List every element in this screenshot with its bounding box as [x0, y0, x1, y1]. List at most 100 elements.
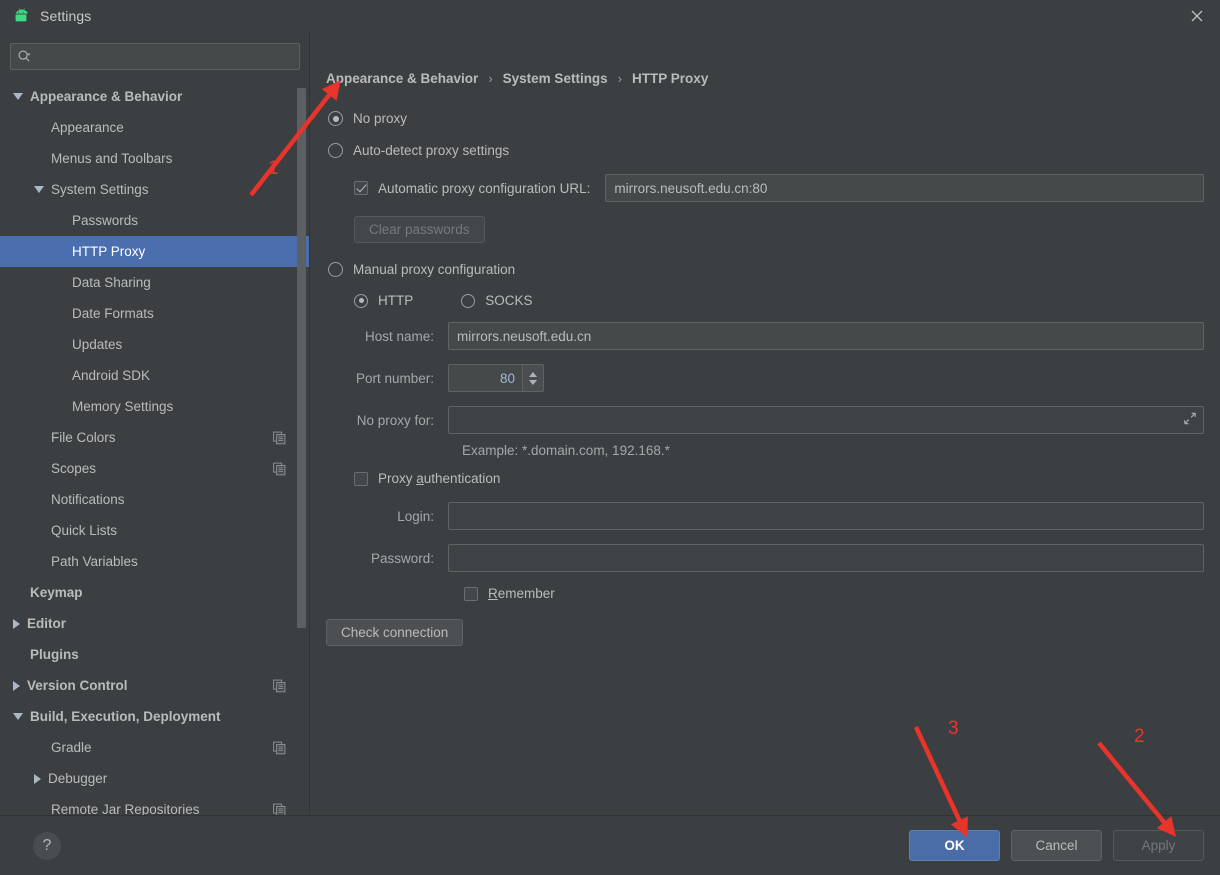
sidebar-item-path-variables[interactable]: Path Variables [0, 546, 310, 577]
login-input[interactable] [448, 502, 1204, 530]
sidebar-item-label: Data Sharing [72, 275, 151, 290]
settings-tree[interactable]: Appearance & Behavior Appearance Menus and… [0, 80, 310, 815]
sidebar-item-passwords[interactable]: Passwords [0, 205, 310, 236]
remember-mnemonic: R [488, 586, 498, 601]
sidebar-scrollbar[interactable] [297, 88, 306, 628]
sidebar-item-file-colors[interactable]: File Colors [0, 422, 310, 453]
auto-detect-radio[interactable] [328, 143, 343, 158]
project-settings-icon [273, 462, 286, 475]
no-proxy-radio[interactable] [328, 111, 343, 126]
password-label: Password: [370, 550, 434, 566]
search-input[interactable] [32, 48, 293, 65]
sidebar-item-http-proxy[interactable]: HTTP Proxy [0, 236, 310, 267]
sidebar-item-appearance[interactable]: Appearance [0, 112, 310, 143]
sidebar-item-notifications[interactable]: Notifications [0, 484, 310, 515]
port-number-stepper[interactable] [448, 364, 544, 392]
sidebar-item-android-sdk[interactable]: Android SDK [0, 360, 310, 391]
sidebar-item-label: File Colors [51, 430, 116, 445]
sidebar-item-date-formats[interactable]: Date Formats [0, 298, 310, 329]
sidebar-item-build-execution-deployment[interactable]: Build, Execution, Deployment [0, 701, 310, 732]
proxy-authentication-checkbox[interactable] [354, 471, 368, 486]
remember-row: Remember [328, 586, 1204, 601]
sidebar-item-data-sharing[interactable]: Data Sharing [0, 267, 310, 298]
sidebar-item-label: System Settings [51, 182, 149, 197]
android-icon [15, 7, 28, 21]
port-number-input[interactable] [448, 364, 522, 392]
no-proxy-for-input[interactable] [448, 406, 1204, 434]
http-radio[interactable] [354, 293, 368, 308]
sidebar-item-system-settings[interactable]: System Settings [0, 174, 310, 205]
sidebar-item-scopes[interactable]: Scopes [0, 453, 310, 484]
sidebar-item-label: Editor [27, 616, 66, 631]
auto-config-url-input[interactable] [605, 174, 1204, 202]
chevron-down-icon[interactable] [13, 93, 23, 100]
sidebar-item-appearance-behavior[interactable]: Appearance & Behavior [0, 81, 310, 112]
ok-button[interactable]: OK [909, 830, 1000, 861]
sidebar-item-plugins[interactable]: Plugins [0, 639, 310, 670]
manual-proxy-radio[interactable] [328, 262, 343, 277]
sidebar-item-remote-jar-repositories[interactable]: Remote Jar Repositories [0, 794, 310, 815]
sidebar-item-label: Scopes [51, 461, 97, 476]
port-spinner-buttons[interactable] [522, 364, 544, 392]
sidebar-item-label: Memory Settings [72, 399, 174, 414]
breadcrumb-separator: › [488, 71, 493, 86]
auto-config-url-checkbox[interactable] [354, 181, 368, 195]
remember-checkbox[interactable] [464, 586, 478, 601]
check-connection-button[interactable]: Check connection [326, 619, 464, 646]
auto-config-url-row: Automatic proxy configuration URL: [328, 174, 1204, 202]
sidebar-item-menus-and-toolbars[interactable]: Menus and Toolbars [0, 143, 310, 174]
clear-passwords-button[interactable]: Clear passwords [354, 216, 485, 243]
breadcrumb-item-1[interactable]: System Settings [503, 71, 608, 86]
sidebar-item-label: Menus and Toolbars [51, 151, 173, 166]
password-input[interactable] [448, 544, 1204, 572]
sidebar-item-label: Path Variables [51, 554, 138, 569]
chevron-down-icon[interactable] [34, 186, 44, 193]
chevron-right-icon[interactable] [13, 680, 20, 691]
search-wrapper [0, 31, 310, 80]
host-name-label: Host name: [364, 328, 434, 344]
help-icon[interactable]: ? [33, 831, 61, 860]
sidebar-item-keymap[interactable]: Keymap [0, 577, 310, 608]
sidebar-item-debugger[interactable]: Debugger [0, 763, 310, 794]
chevron-right-icon[interactable] [13, 618, 20, 629]
search-box[interactable] [10, 43, 300, 70]
no-proxy-row[interactable]: No proxy [328, 111, 1204, 126]
expand-icon[interactable] [1183, 412, 1197, 429]
breadcrumb-item-0[interactable]: Appearance & Behavior [326, 71, 478, 86]
remember-label: Remember [488, 586, 555, 601]
chevron-down-icon[interactable] [13, 713, 23, 720]
sidebar-item-updates[interactable]: Updates [0, 329, 310, 360]
sidebar-item-memory-settings[interactable]: Memory Settings [0, 391, 310, 422]
project-settings-icon [273, 431, 286, 444]
example-row: Example: *.domain.com, 192.168.* [328, 443, 1204, 458]
sidebar-item-label: Gradle [51, 740, 92, 755]
host-name-input[interactable] [448, 322, 1204, 350]
auto-config-url-label: Automatic proxy configuration URL: [378, 180, 591, 196]
remember-text-post: emember [497, 586, 555, 601]
sidebar-item-label: Quick Lists [51, 523, 118, 538]
manual-proxy-row[interactable]: Manual proxy configuration [328, 262, 1204, 277]
proxy-auth-text-post: uthentication [423, 471, 501, 486]
sidebar-item-gradle[interactable]: Gradle [0, 732, 310, 763]
sidebar-item-version-control[interactable]: Version Control [0, 670, 310, 701]
project-settings-icon [273, 679, 286, 692]
close-icon[interactable] [1174, 0, 1220, 31]
chevron-right-icon[interactable] [34, 773, 41, 784]
cancel-button[interactable]: Cancel [1011, 830, 1102, 861]
socks-label: SOCKS [485, 293, 533, 308]
sidebar-item-label: Version Control [27, 678, 128, 693]
socks-radio[interactable] [461, 293, 476, 308]
title-bar: Settings [0, 0, 1220, 31]
spinner-up-icon[interactable] [529, 371, 537, 377]
proxy-auth-text-pre: Proxy [378, 471, 417, 486]
apply-button[interactable]: Apply [1113, 830, 1204, 861]
login-label: Login: [397, 508, 434, 524]
auto-detect-row[interactable]: Auto-detect proxy settings [328, 143, 1204, 158]
sidebar-item-label: Appearance & Behavior [30, 89, 183, 104]
auto-detect-label: Auto-detect proxy settings [353, 143, 510, 158]
dialog-body: Appearance & Behavior Appearance Menus and… [0, 31, 1220, 815]
sidebar-item-editor[interactable]: Editor [0, 608, 310, 639]
spinner-down-icon[interactable] [529, 379, 537, 385]
proxy-settings-panel: Appearance & Behavior › System Settings … [310, 31, 1220, 815]
sidebar-item-quick-lists[interactable]: Quick Lists [0, 515, 310, 546]
